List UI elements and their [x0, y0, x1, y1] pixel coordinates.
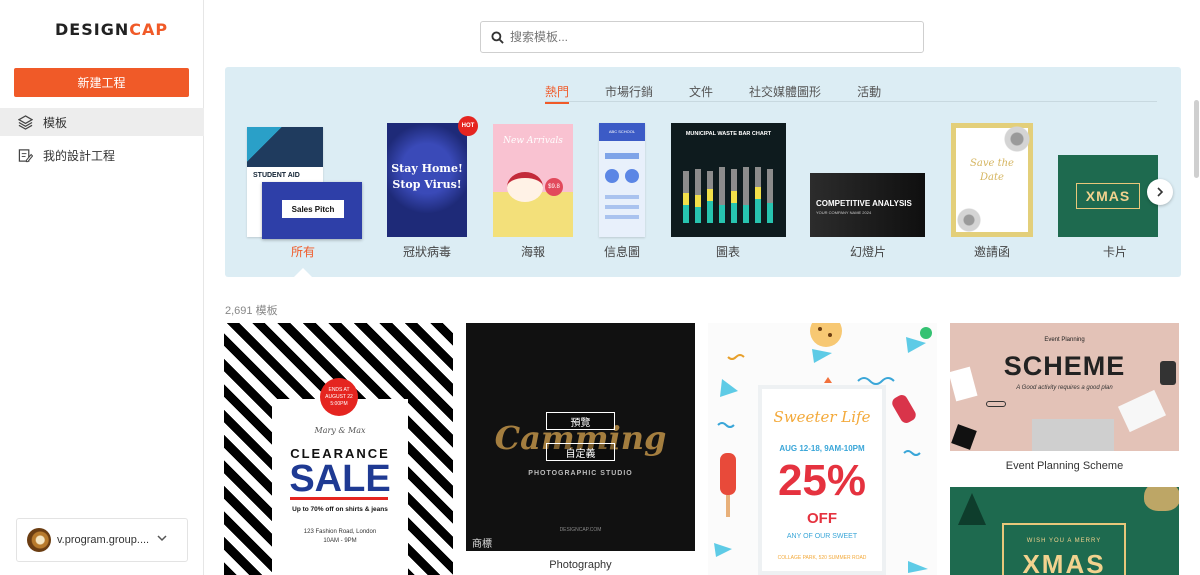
preview-button[interactable]: 預覽 [546, 412, 615, 430]
category-infographics[interactable]: ABC SCHOOL [599, 123, 645, 237]
hot-badge: HOT [458, 116, 478, 136]
category-charts[interactable]: MUNICIPAL WASTE BAR CHART [671, 123, 786, 237]
category-label-cards[interactable]: 卡片 [1070, 243, 1160, 260]
category-label-invitations[interactable]: 邀請函 [947, 243, 1037, 260]
scrollbar[interactable] [1194, 100, 1199, 178]
logo-tag: 商標 [472, 539, 492, 550]
ends-badge: ENDS AT AUGUST 22 5:00PM [320, 378, 358, 416]
template-count: 2,691 模板 [225, 305, 278, 317]
account-menu[interactable]: v.program.group.... [16, 518, 188, 562]
category-label-charts[interactable]: 圖表 [683, 243, 773, 260]
edit-document-icon [18, 148, 33, 162]
thumbnail-sales-pitch: Sales Pitch [262, 182, 362, 239]
template-photography[interactable]: Camming PHOTOGRAPHIC STUDIO DESIGNCAP.CO… [466, 323, 695, 551]
category-cards[interactable]: XMAS [1058, 155, 1158, 237]
sidebar-item-my-projects[interactable]: 我的設計工程 [0, 141, 204, 169]
chevron-down-icon [157, 535, 167, 542]
sidebar-item-label: 我的設計工程 [43, 148, 116, 163]
new-project-button[interactable]: 新建工程 [14, 68, 189, 97]
template-xmas[interactable]: WISH YOU A MERRY XMAS [950, 487, 1179, 575]
sidebar-item-templates[interactable]: 模板 [0, 108, 204, 136]
customize-button[interactable]: 自定義 [546, 443, 615, 461]
logo[interactable]: DESIGNCAP [55, 20, 168, 39]
sidebar: DESIGNCAP 新建工程 模板 我的設計工程 v.program.group… [0, 0, 204, 575]
category-label-posters[interactable]: 海報 [488, 243, 578, 260]
category-panel: 熱門 市場行銷 文件 社交媒體圖形 活動 STUDENT AID Sales P… [225, 67, 1181, 277]
layers-icon [18, 114, 33, 130]
cake-illustration [507, 172, 543, 202]
account-name: v.program.group.... [57, 534, 150, 546]
template-clearance-sale[interactable]: ENDS AT AUGUST 22 5:00PM Mary & Max CLEA… [224, 323, 453, 575]
template-caption: Event Planning Scheme [1005, 460, 1124, 472]
template-event-planning[interactable]: Event Planning SCHEME A Good activity re… [950, 323, 1179, 451]
sidebar-item-label: 模板 [43, 115, 68, 130]
category-slides[interactable]: COMPETITIVE ANALYSIS YOUR COMPANY NAME 2… [810, 173, 925, 237]
search-icon [491, 30, 504, 44]
bar-chart-illustration [683, 167, 773, 223]
next-arrow-button[interactable] [1147, 179, 1173, 205]
search-input[interactable] [510, 30, 890, 44]
category-all[interactable]: STUDENT AID Sales Pitch [247, 127, 362, 239]
template-sweeter-life[interactable]: Sweeter Life AUG 12-18, 9AM-10PM 25% OFF… [708, 323, 937, 575]
category-invitations[interactable]: Save the Date [951, 123, 1034, 237]
active-category-pointer [293, 268, 313, 278]
category-posters[interactable]: New Arrivals $9.8 [493, 124, 573, 237]
tabs-divider [545, 101, 1157, 102]
category-label-infographics[interactable]: 信息圖 [577, 243, 667, 260]
search-bar[interactable] [480, 21, 924, 53]
avatar [27, 528, 51, 552]
template-caption: Photography [549, 559, 612, 571]
category-label-all[interactable]: 所有 [258, 243, 348, 260]
category-coronavirus[interactable]: Stay Home! Stop Virus! HOT [387, 116, 478, 237]
category-label-coronavirus[interactable]: 冠狀病毒 [382, 243, 472, 260]
category-label-slides[interactable]: 幻燈片 [823, 243, 913, 260]
chevron-right-icon [1157, 187, 1164, 197]
